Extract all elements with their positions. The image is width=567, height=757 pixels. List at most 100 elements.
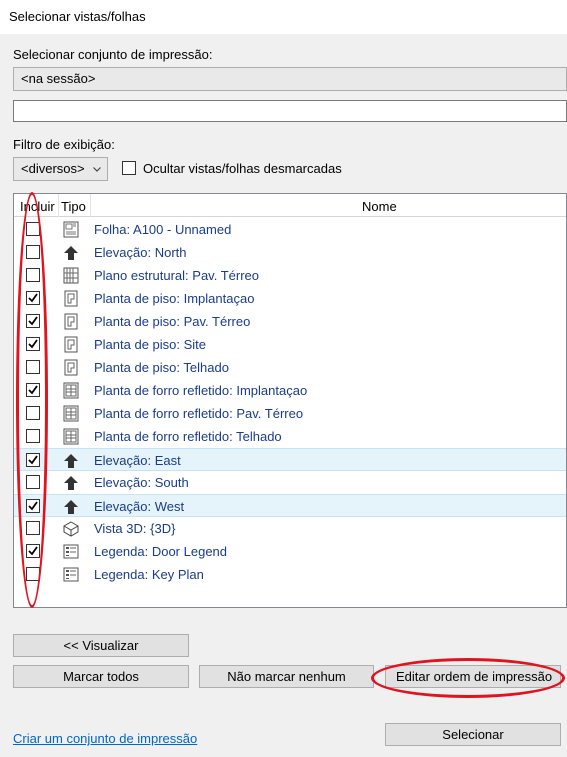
check-none-button[interactable]: Não marcar nenhum xyxy=(199,665,374,688)
view-name: Planta de forro refletido: Pav. Térreo xyxy=(94,406,304,421)
include-checkbox[interactable] xyxy=(26,222,40,236)
view-name: Folha: A100 - Unnamed xyxy=(94,222,232,237)
view-name: Planta de piso: Pav. Térreo xyxy=(94,314,251,329)
include-checkbox[interactable] xyxy=(26,567,40,581)
floor-plan-icon xyxy=(62,290,80,307)
list-header: Incluir Tipo Nome xyxy=(14,194,566,217)
checkmark-icon xyxy=(28,339,38,349)
elevation-icon xyxy=(62,244,80,261)
checkmark-icon xyxy=(28,385,38,395)
list-item[interactable]: Vista 3D: {3D} xyxy=(14,517,566,540)
3d-view-icon xyxy=(62,520,80,537)
column-name[interactable]: Nome xyxy=(362,199,397,214)
view-name: Planta de forro refletido: Telhado xyxy=(94,429,282,444)
include-checkbox[interactable] xyxy=(26,268,40,282)
include-checkbox[interactable] xyxy=(26,521,40,535)
preview-button[interactable]: << Visualizar xyxy=(13,634,189,657)
include-checkbox[interactable] xyxy=(26,544,40,558)
list-item[interactable]: Plano estrutural: Pav. Térreo xyxy=(14,264,566,287)
view-name: Elevação: West xyxy=(94,499,185,514)
title-bar: Selecionar vistas/folhas xyxy=(0,0,567,34)
list-item[interactable]: Planta de piso: Pav. Térreo xyxy=(14,310,566,333)
list-item[interactable]: Planta de forro refletido: Implantaçao xyxy=(14,379,566,402)
print-set-label: Selecionar conjunto de impressão: xyxy=(13,47,213,62)
list-item[interactable]: Legenda: Key Plan xyxy=(14,563,566,586)
elevation-icon xyxy=(62,498,80,515)
list-item[interactable]: Planta de forro refletido: Pav. Térreo xyxy=(14,402,566,425)
list-item[interactable]: Planta de piso: Telhado xyxy=(14,356,566,379)
view-name: Elevação: East xyxy=(94,453,181,468)
floor-plan-icon xyxy=(62,313,80,330)
sheet-icon xyxy=(62,221,80,238)
list-item[interactable]: Elevação: West xyxy=(14,494,566,517)
include-checkbox[interactable] xyxy=(26,499,40,513)
edit-print-order-button[interactable]: Editar ordem de impressão xyxy=(385,665,561,688)
include-checkbox[interactable] xyxy=(26,314,40,328)
checkmark-icon xyxy=(28,316,38,326)
list-item[interactable]: Planta de piso: Site xyxy=(14,333,566,356)
select-button-label: Selecionar xyxy=(442,727,504,742)
include-checkbox[interactable] xyxy=(26,360,40,374)
column-divider[interactable] xyxy=(90,194,91,217)
filter-label: Filtro de exibição: xyxy=(13,137,115,152)
view-name: Elevação: South xyxy=(94,475,189,490)
include-checkbox[interactable] xyxy=(26,453,40,467)
include-checkbox[interactable] xyxy=(26,291,40,305)
view-name: Planta de piso: Implantaçao xyxy=(94,291,255,306)
list-item[interactable]: Elevação: South xyxy=(14,471,566,494)
view-name: Planta de piso: Telhado xyxy=(94,360,229,375)
print-set-name-field[interactable] xyxy=(13,100,567,122)
select-button[interactable]: Selecionar xyxy=(385,723,561,746)
create-print-set-link[interactable]: Criar um conjunto de impressão xyxy=(13,731,197,746)
check-none-label: Não marcar nenhum xyxy=(227,669,346,684)
legend-icon xyxy=(62,543,80,560)
include-checkbox[interactable] xyxy=(26,406,40,420)
checkmark-icon xyxy=(28,546,38,556)
print-set-dropdown[interactable]: <na sessão> xyxy=(13,67,567,91)
list-item[interactable]: Planta de piso: Implantaçao xyxy=(14,287,566,310)
column-divider[interactable] xyxy=(58,194,59,217)
filter-dropdown[interactable]: <diversos> xyxy=(13,157,108,181)
checkmark-icon xyxy=(28,501,38,511)
check-all-label: Marcar todos xyxy=(63,669,139,684)
floor-plan-icon xyxy=(62,336,80,353)
print-set-value: <na sessão> xyxy=(21,71,96,86)
list-item[interactable]: Elevação: North xyxy=(14,241,566,264)
window-title: Selecionar vistas/folhas xyxy=(9,9,146,24)
checkmark-icon xyxy=(28,293,38,303)
list-item[interactable]: Folha: A100 - Unnamed xyxy=(14,218,566,241)
view-name: Legenda: Door Legend xyxy=(94,544,228,559)
column-include[interactable]: Incluir xyxy=(20,199,55,214)
include-checkbox[interactable] xyxy=(26,245,40,259)
views-sheets-list[interactable]: Incluir Tipo Nome Folha: A100 - Unnamed E… xyxy=(13,193,567,608)
view-name: Legenda: Key Plan xyxy=(94,567,204,582)
chevron-down-icon xyxy=(93,167,101,172)
ceiling-plan-icon xyxy=(62,428,80,445)
view-name: Plano estrutural: Pav. Térreo xyxy=(94,268,259,283)
view-name: Elevação: North xyxy=(94,245,187,260)
view-name: Planta de forro refletido: Implantaçao xyxy=(94,383,308,398)
include-checkbox[interactable] xyxy=(26,429,40,443)
list-item[interactable]: Legenda: Door Legend xyxy=(14,540,566,563)
ceiling-plan-icon xyxy=(62,405,80,422)
include-checkbox[interactable] xyxy=(26,475,40,489)
list-item[interactable]: Planta de forro refletido: Telhado xyxy=(14,425,566,448)
elevation-icon xyxy=(62,474,80,491)
hide-unchecked-label: Ocultar vistas/folhas desmarcadas xyxy=(143,161,342,176)
elevation-icon xyxy=(62,452,80,469)
column-type[interactable]: Tipo xyxy=(61,199,86,214)
include-checkbox[interactable] xyxy=(26,337,40,351)
edit-print-order-label: Editar ordem de impressão xyxy=(396,669,553,684)
include-checkbox[interactable] xyxy=(26,383,40,397)
hide-unchecked-checkbox[interactable] xyxy=(122,161,136,175)
checkmark-icon xyxy=(28,455,38,465)
structural-plan-icon xyxy=(62,267,80,284)
check-all-button[interactable]: Marcar todos xyxy=(13,665,189,688)
list-item[interactable]: Elevação: East xyxy=(14,448,566,471)
view-name: Planta de piso: Site xyxy=(94,337,207,352)
floor-plan-icon xyxy=(62,359,80,376)
legend-icon xyxy=(62,566,80,583)
view-name: Vista 3D: {3D} xyxy=(94,521,176,536)
filter-value: <diversos> xyxy=(21,161,85,176)
preview-button-label: << Visualizar xyxy=(63,638,139,653)
